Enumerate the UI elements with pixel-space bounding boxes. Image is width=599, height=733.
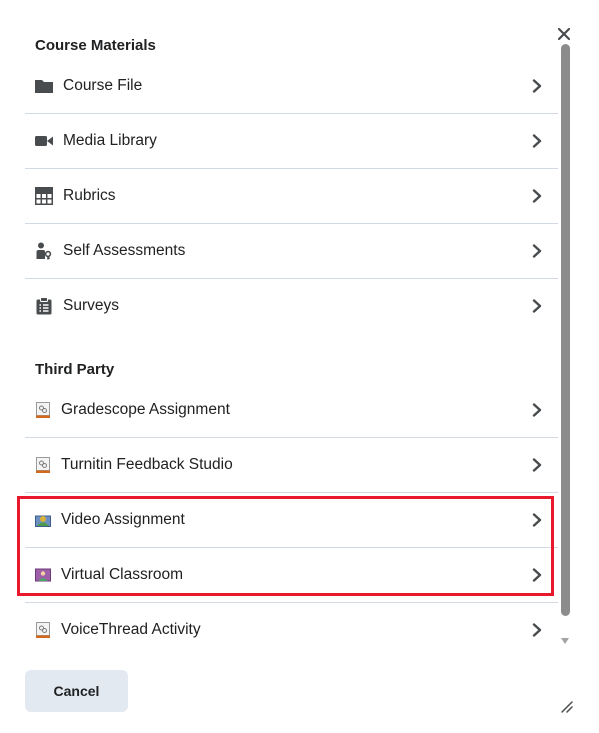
video-assignment-icon: [35, 512, 51, 528]
virtual-classroom-icon: [35, 567, 51, 583]
activity-list: Course Materials Course File Media Libra…: [25, 0, 558, 660]
list-item-turnitin-feedback-studio[interactable]: Turnitin Feedback Studio: [25, 438, 558, 493]
list-item-label: Rubrics: [63, 187, 116, 204]
chevron-right-icon: [530, 243, 544, 259]
section-heading-third-party: Third Party: [35, 361, 115, 378]
list-item-surveys[interactable]: Surveys: [25, 279, 558, 333]
chevron-right-icon: [530, 402, 544, 418]
list-item-virtual-classroom[interactable]: Virtual Classroom: [25, 548, 558, 603]
list-item-label: Video Assignment: [61, 511, 185, 528]
list-item-label: Virtual Classroom: [61, 566, 184, 583]
list-item-label: Surveys: [63, 297, 119, 314]
section-heading-course-materials: Course Materials: [35, 37, 156, 54]
list-item-label: Self Assessments: [63, 242, 186, 259]
list-item-label: Course File: [63, 77, 143, 94]
list-item-voicethread-activity[interactable]: VoiceThread Activity: [25, 603, 558, 657]
chevron-right-icon: [530, 622, 544, 638]
cancel-button[interactable]: Cancel: [25, 670, 128, 712]
list-item-label: VoiceThread Activity: [61, 621, 201, 638]
folder-icon: [35, 77, 53, 95]
clipboard-icon: [35, 297, 53, 315]
close-icon: [557, 27, 571, 41]
list-item-media-library[interactable]: Media Library: [25, 114, 558, 169]
chevron-right-icon: [530, 133, 544, 149]
chevron-right-icon: [530, 188, 544, 204]
chevron-right-icon: [530, 457, 544, 473]
person-key-icon: [35, 242, 53, 260]
chevron-right-icon: [530, 78, 544, 94]
list-item-label: Turnitin Feedback Studio: [61, 456, 233, 473]
list-item-rubrics[interactable]: Rubrics: [25, 169, 558, 224]
lti-link-icon: [35, 457, 51, 473]
chevron-right-icon: [530, 567, 544, 583]
scrollbar-thumb[interactable]: [561, 44, 570, 616]
chevron-right-icon: [530, 512, 544, 528]
list-item-video-assignment[interactable]: Video Assignment: [25, 493, 558, 548]
list-item-label: Gradescope Assignment: [61, 401, 230, 418]
resize-handle-icon[interactable]: [558, 698, 574, 714]
lti-link-icon: [35, 622, 51, 638]
lti-link-icon: [35, 402, 51, 418]
add-activity-dialog: Course Materials Course File Media Libra…: [0, 0, 599, 733]
grid-icon: [35, 187, 53, 205]
chevron-right-icon: [530, 298, 544, 314]
scrollbar[interactable]: [561, 44, 570, 650]
scroll-down-arrow-icon[interactable]: [561, 638, 569, 644]
list-item-self-assessments[interactable]: Self Assessments: [25, 224, 558, 279]
list-item-course-file[interactable]: Course File: [25, 59, 558, 114]
video-camera-icon: [35, 132, 53, 150]
list-item-gradescope-assignment[interactable]: Gradescope Assignment: [25, 383, 558, 438]
list-item-label: Media Library: [63, 132, 157, 149]
